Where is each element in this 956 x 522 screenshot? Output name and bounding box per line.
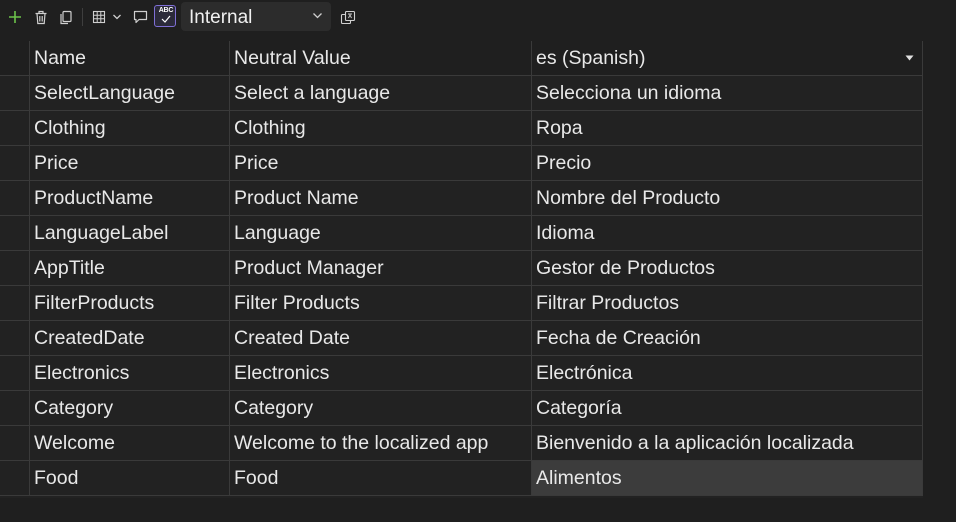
cell-spanish-value[interactable]: Precio <box>532 146 923 181</box>
cell-name[interactable]: Price <box>30 146 230 181</box>
plus-icon <box>9 11 21 23</box>
row-header[interactable] <box>0 111 30 146</box>
cell-spanish-value[interactable]: Categoría <box>532 391 923 426</box>
cell-name[interactable]: Clothing <box>30 111 230 146</box>
column-header-spanish[interactable]: es (Spanish) <box>532 41 923 76</box>
table-row[interactable]: ProductName Product Name Nombre del Prod… <box>0 181 923 216</box>
row-header[interactable] <box>0 321 30 356</box>
cell-neutral-value[interactable]: Welcome to the localized app <box>230 426 532 461</box>
row-header[interactable] <box>0 251 30 286</box>
row-header[interactable] <box>0 426 30 461</box>
caret-down-icon[interactable] <box>905 55 914 61</box>
row-header[interactable] <box>0 356 30 391</box>
table-row[interactable]: Clothing Clothing Ropa <box>0 111 923 146</box>
access-modifier-value: Internal <box>189 7 253 28</box>
table-row[interactable]: Price Price Precio <box>0 146 923 181</box>
spellcheck-label: ABC <box>158 7 174 14</box>
cell-neutral-value[interactable]: Filter Products <box>230 286 532 321</box>
cell-neutral-value[interactable]: Language <box>230 216 532 251</box>
cell-neutral-value[interactable]: Product Manager <box>230 251 532 286</box>
row-header[interactable] <box>0 181 30 216</box>
cell-neutral-value[interactable]: Created Date <box>230 321 532 356</box>
delete-resource-button[interactable] <box>32 5 50 29</box>
resource-editor-toolbar: ABC Internal <box>0 0 956 35</box>
cell-neutral-value[interactable]: Category <box>230 391 532 426</box>
comment-button[interactable] <box>131 5 149 29</box>
cell-neutral-value[interactable]: Clothing <box>230 111 532 146</box>
cell-name[interactable]: SelectLanguage <box>30 76 230 111</box>
cell-name[interactable]: LanguageLabel <box>30 216 230 251</box>
cell-spanish-value[interactable]: Fecha de Creación <box>532 321 923 356</box>
table-row[interactable]: AppTitle Product Manager Gestor de Produ… <box>0 251 923 286</box>
cell-spanish-value[interactable]: Bienvenido a la aplicación localizada <box>532 426 923 461</box>
chevron-down-icon <box>113 14 121 20</box>
cell-spanish-value[interactable]: Gestor de Productos <box>532 251 923 286</box>
row-header[interactable] <box>0 286 30 321</box>
toolbar-separator <box>82 8 83 26</box>
table-row[interactable]: FilterProducts Filter Products Filtrar P… <box>0 286 923 321</box>
row-header[interactable] <box>0 461 30 496</box>
row-header[interactable] <box>0 76 30 111</box>
cell-name[interactable]: Category <box>30 391 230 426</box>
grid-header-row: Name Neutral Value es (Spanish) <box>0 41 923 76</box>
cell-neutral-value[interactable]: Price <box>230 146 532 181</box>
cell-name[interactable]: CreatedDate <box>30 321 230 356</box>
table-row[interactable]: Electronics Electronics Electrónica <box>0 356 923 391</box>
row-header[interactable] <box>0 146 30 181</box>
copy-icon <box>60 10 72 24</box>
column-header-name[interactable]: Name <box>30 41 230 76</box>
cell-spanish-value[interactable]: Electrónica <box>532 356 923 391</box>
row-header-corner <box>0 41 30 76</box>
translate-button[interactable] <box>339 5 357 29</box>
cell-name[interactable]: FilterProducts <box>30 286 230 321</box>
cell-spanish-value-selected[interactable]: Alimentos <box>532 461 923 496</box>
table-row[interactable]: LanguageLabel Language Idioma <box>0 216 923 251</box>
cell-name[interactable]: Electronics <box>30 356 230 391</box>
row-header[interactable] <box>0 216 30 251</box>
table-row[interactable]: SelectLanguage Select a language Selecci… <box>0 76 923 111</box>
cell-name[interactable]: Welcome <box>30 426 230 461</box>
access-modifier-dropdown[interactable]: Internal <box>181 2 331 31</box>
cell-spanish-value[interactable]: Filtrar Productos <box>532 286 923 321</box>
table-row[interactable]: CreatedDate Created Date Fecha de Creaci… <box>0 321 923 356</box>
chevron-down-icon <box>313 13 322 19</box>
cell-name[interactable]: AppTitle <box>30 251 230 286</box>
cell-spanish-value[interactable]: Ropa <box>532 111 923 146</box>
cell-spanish-value[interactable]: Idioma <box>532 216 923 251</box>
spellcheck-icon <box>161 15 171 23</box>
table-row[interactable]: Food Food Alimentos <box>0 461 923 496</box>
spellcheck-toggle-button[interactable]: ABC <box>154 5 176 27</box>
resource-grid: Name Neutral Value es (Spanish) SelectLa… <box>0 41 956 522</box>
add-resource-button[interactable] <box>6 5 24 29</box>
row-header[interactable] <box>0 391 30 426</box>
grid-columns-icon <box>92 10 106 24</box>
columns-dropdown-button[interactable] <box>89 5 125 29</box>
cell-neutral-value[interactable]: Food <box>230 461 532 496</box>
cell-spanish-value[interactable]: Selecciona un idioma <box>532 76 923 111</box>
cell-name[interactable]: Food <box>30 461 230 496</box>
column-header-neutral-value[interactable]: Neutral Value <box>230 41 532 76</box>
translate-icon <box>340 10 356 24</box>
comment-icon <box>133 10 147 24</box>
cell-neutral-value[interactable]: Product Name <box>230 181 532 216</box>
cell-name[interactable]: ProductName <box>30 181 230 216</box>
table-row[interactable]: Welcome Welcome to the localized app Bie… <box>0 426 923 461</box>
column-header-spanish-label: es (Spanish) <box>536 47 646 69</box>
table-row[interactable]: Category Category Categoría <box>0 391 923 426</box>
copy-resource-button[interactable] <box>57 5 75 29</box>
trash-icon <box>35 10 47 24</box>
cell-neutral-value[interactable]: Select a language <box>230 76 532 111</box>
cell-neutral-value[interactable]: Electronics <box>230 356 532 391</box>
cell-spanish-value[interactable]: Nombre del Producto <box>532 181 923 216</box>
